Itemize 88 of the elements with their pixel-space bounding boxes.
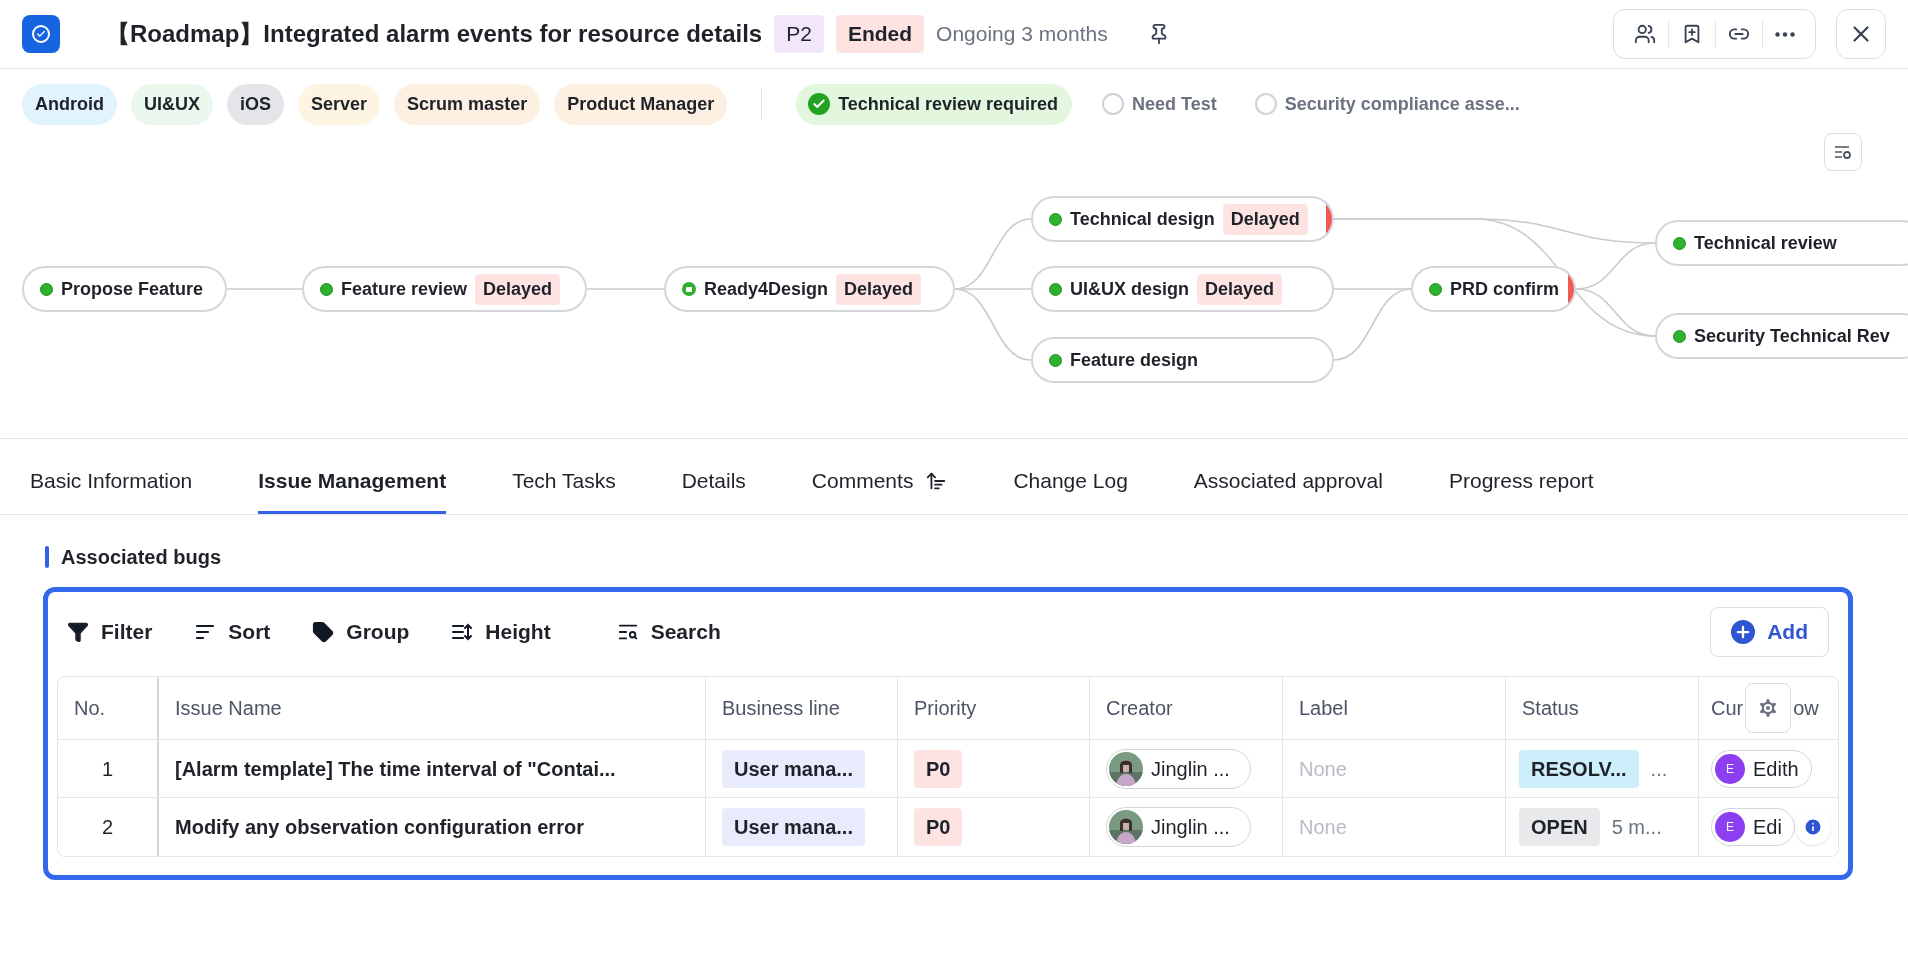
tab[interactable]: Tech Tasks	[512, 458, 616, 514]
status-note: 5 m...	[1611, 815, 1662, 840]
business-tag: User mana...	[722, 749, 865, 788]
toolbar-button[interactable]: Height	[451, 616, 551, 648]
column-header: Status	[1506, 677, 1699, 739]
toolbar-button[interactable]: Sort	[194, 616, 271, 648]
tab[interactable]: Issue Management	[258, 458, 447, 514]
tab[interactable]: Details	[681, 458, 746, 514]
priority-tag: P0	[914, 808, 963, 846]
row-number: 1	[58, 740, 159, 797]
tab[interactable]: Basic Information	[30, 458, 193, 514]
flow-node[interactable]: Technical review	[1655, 220, 1908, 266]
plus-icon	[1731, 620, 1756, 644]
tab[interactable]: Associated approval	[1193, 458, 1383, 514]
duration-text: Ongoing 3 months	[936, 21, 1108, 48]
delayed-tag: Delayed	[1197, 273, 1283, 305]
column-header: Business line	[706, 677, 898, 739]
node-label: Technical design	[1070, 207, 1215, 231]
row-number: 2	[58, 798, 159, 856]
business-tag: User mana...	[722, 808, 865, 846]
add-button[interactable]: Add	[1710, 607, 1829, 657]
tag-chip: UI&UX	[131, 83, 213, 125]
column-header: No.	[58, 677, 159, 739]
more-icon	[1775, 31, 1795, 37]
close-button[interactable]	[1836, 9, 1886, 59]
column-header: Creator	[1090, 677, 1283, 739]
priority-badge: P2	[774, 15, 824, 53]
page-title: 【Roadmap】Integrated alarm events for resource details	[106, 19, 763, 49]
tab[interactable]: Change Log	[1013, 458, 1128, 514]
status-tag: RESOLV...	[1519, 749, 1639, 788]
column-header: ow	[1793, 696, 1819, 721]
flow-node[interactable]: Feature design	[1031, 337, 1334, 383]
node-label: Technical review	[1694, 231, 1837, 255]
state-badge: Ended	[835, 15, 925, 53]
settings-button[interactable]	[1745, 683, 1792, 733]
flow-node[interactable]: Security Technical Rev	[1655, 313, 1908, 359]
flow-node[interactable]: PRD confirm	[1411, 266, 1576, 312]
flow-node[interactable]: Technical design Delayed	[1031, 196, 1334, 242]
flow-node[interactable]: UI&UX design Delayed	[1031, 266, 1334, 312]
filter-icon	[67, 621, 89, 643]
status-tag: OPEN	[1519, 808, 1600, 846]
view-settings-button[interactable]	[1824, 133, 1862, 171]
tag-icon	[312, 621, 335, 643]
node-label: Feature design	[1070, 348, 1199, 372]
column-header: Cur	[1711, 696, 1744, 721]
node-label: PRD confirm	[1450, 277, 1559, 301]
priority-tag: P0	[914, 749, 963, 788]
row-height-icon	[451, 621, 474, 643]
flow-node[interactable]: Ready4Design Delayed	[664, 266, 955, 312]
tag-chip: Android	[22, 83, 117, 125]
delayed-tag: Delayed	[1222, 203, 1308, 235]
delayed-tag: Delayed	[836, 273, 922, 305]
flow-node[interactable]: Feature review Delayed	[302, 266, 587, 312]
avatar-initial: E	[1715, 753, 1745, 784]
tag-chip: Scrum master	[394, 83, 541, 125]
tab[interactable]: Comments	[811, 458, 948, 514]
label-value: None	[1299, 756, 1347, 782]
info-icon	[1802, 817, 1823, 837]
issue-name[interactable]: [Alarm template] The time interval of "Contai...	[175, 753, 616, 784]
node-label: UI&UX design	[1070, 277, 1189, 301]
flow-node[interactable]: Propose Feature	[22, 266, 227, 312]
node-label: Security Technical Rev	[1694, 324, 1890, 348]
check-chip[interactable]: Technical review required	[796, 83, 1072, 125]
app-icon	[22, 15, 60, 53]
check-icon	[808, 93, 831, 115]
status-note: ...	[1650, 756, 1668, 782]
node-label: Ready4Design	[704, 277, 829, 301]
column-header: Priority	[898, 677, 1090, 739]
column-header: Label	[1283, 677, 1506, 739]
toolbar-button[interactable]: Search	[616, 616, 721, 648]
tab[interactable]: Progress report	[1448, 458, 1594, 514]
avatar-initial: E	[1715, 812, 1745, 842]
toolbar-button[interactable]: Filter	[67, 616, 153, 648]
node-label: Feature review	[341, 277, 468, 301]
info-button[interactable]	[1794, 809, 1831, 845]
issue-name[interactable]: Modify any observation configuration error	[175, 812, 584, 842]
tag-chip: Product Manager	[554, 83, 728, 125]
tag-chip: Server	[298, 83, 381, 125]
delayed-tag: Delayed	[475, 273, 561, 305]
toolbar-button[interactable]: Group	[312, 616, 410, 648]
label-value: None	[1299, 815, 1347, 840]
check-option[interactable]: Need Test	[1101, 90, 1217, 118]
people-icon	[1634, 23, 1656, 45]
node-label: Propose Feature	[61, 277, 204, 301]
check-option[interactable]: Security compliance asse...	[1254, 90, 1520, 118]
tag-chip: iOS	[227, 83, 285, 125]
section-title: Associated bugs	[61, 545, 222, 570]
column-header: Issue Name	[159, 677, 706, 739]
